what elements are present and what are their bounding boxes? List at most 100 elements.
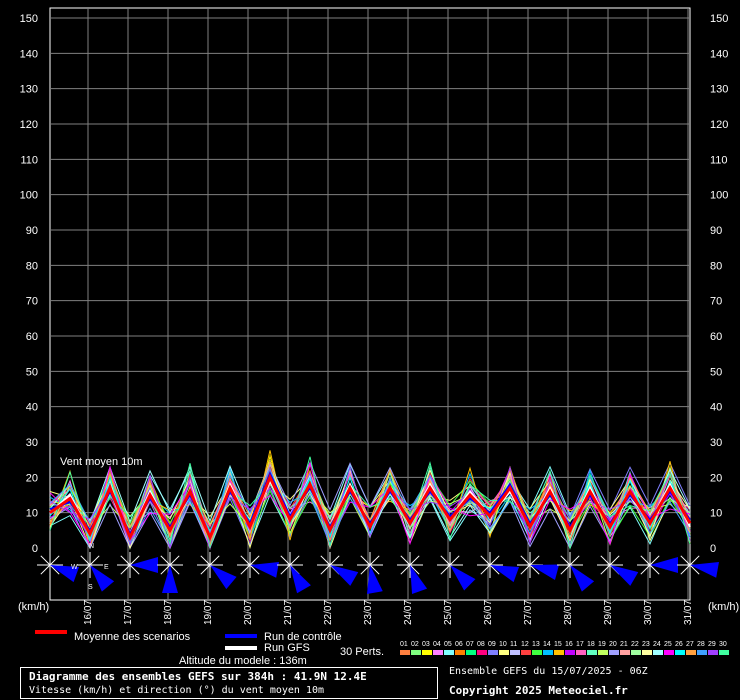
y-tick-label: 70 — [26, 296, 38, 308]
pert-number: 07 — [466, 641, 474, 648]
compass-star-ray — [400, 555, 411, 566]
compass-star-ray — [280, 555, 291, 566]
compass-star-ray — [600, 564, 611, 575]
pert-number: 04 — [433, 641, 441, 648]
y-unit-left: (km/h) — [18, 601, 49, 613]
x-date-label: 26/07 — [483, 600, 494, 625]
x-date-label: 19/07 — [203, 600, 214, 625]
pert-number: 12 — [521, 641, 529, 648]
pert-number: 05 — [444, 641, 452, 648]
compass-star-ray — [520, 564, 531, 575]
pert-swatch — [609, 650, 619, 655]
compass-star-ray — [200, 564, 211, 575]
compass-star-ray — [680, 564, 691, 575]
pert-swatch — [708, 650, 718, 655]
x-date-label: 30/07 — [643, 600, 654, 625]
y-tick-label: 20 — [710, 472, 722, 484]
compass-star-ray — [640, 555, 651, 566]
pert-swatch — [554, 650, 564, 655]
y-tick-label: 80 — [26, 260, 38, 272]
compass-star-ray — [449, 555, 460, 566]
wind-arrow — [530, 564, 560, 580]
compass-star-ray — [320, 564, 331, 575]
y-tick-label: 110 — [20, 154, 38, 166]
y-tick-label: 110 — [710, 154, 728, 166]
compass-star-ray — [249, 555, 260, 566]
compass-star-ray — [529, 555, 540, 566]
x-date-label: 16/07 — [83, 600, 94, 625]
y-tick-label: 90 — [26, 225, 38, 237]
compass-star-ray — [409, 555, 420, 566]
compass-star-ray — [440, 555, 451, 566]
chart-annotation: Vent moyen 10m — [60, 456, 143, 468]
compass-label: E — [104, 564, 109, 571]
pert-number: 10 — [499, 641, 507, 648]
compass-star-ray — [609, 555, 620, 566]
y-unit-right: (km/h) — [708, 601, 739, 613]
wind-arrow — [162, 565, 178, 593]
altitude-label: Altitude du modele : 136m — [179, 655, 307, 667]
compass-star-ray — [520, 555, 531, 566]
wind-arrow — [450, 565, 476, 591]
x-date-label: 31/07 — [683, 600, 694, 625]
pert-swatch — [499, 650, 509, 655]
pert-swatch — [576, 650, 586, 655]
pert-swatch — [444, 650, 454, 655]
x-date-labels: 16/07 17/07 18/07 19/07 20/07 21/07 22/07 23/07… — [83, 600, 694, 625]
compass-star-ray — [280, 564, 291, 575]
pert-swatch — [422, 650, 432, 655]
compass-star-ray — [289, 555, 300, 566]
compass-star-ray — [240, 555, 251, 566]
compass-star-ray — [120, 555, 131, 566]
pert-number: 21 — [620, 641, 628, 648]
y-tick-label: 40 — [710, 402, 722, 414]
compass-star-ray — [360, 564, 371, 575]
pert-swatch — [543, 650, 553, 655]
ensemble-chart: 0 010 1020 2030 3040 4050 5060 6070 7080 8090 9010… — [18, 7, 739, 667]
pert-number: 26 — [675, 641, 683, 648]
pert-swatch — [719, 650, 729, 655]
pert-number: 19 — [598, 641, 606, 648]
pert-swatch — [466, 650, 476, 655]
run-info: Ensemble GEFS du 15/07/2025 - 06Z — [449, 666, 648, 677]
compass-star-ray — [600, 555, 611, 566]
perturbation-legend: 01 02 03 04 05 06 07 08 09 10 11 12 13 14 15 16 17 18 19 20… — [400, 641, 729, 655]
pert-number: 20 — [609, 641, 617, 648]
pert-swatch — [400, 650, 410, 655]
pert-number: 29 — [708, 641, 716, 648]
pert-number: 23 — [642, 641, 650, 648]
pert-swatch — [686, 650, 696, 655]
y-tick-label: 90 — [710, 225, 722, 237]
wind-arrow — [570, 565, 595, 592]
legend-gfs-swatch — [225, 646, 257, 650]
wind-arrow — [610, 565, 639, 586]
compass-star-ray — [689, 555, 700, 566]
compass-star-ray — [400, 564, 411, 575]
compass-star-ray — [200, 555, 211, 566]
y-tick-label: 150 — [710, 13, 728, 25]
compass-star-ray — [240, 564, 251, 575]
y-tick-label: 0 — [710, 543, 716, 555]
wind-arrow — [650, 557, 678, 573]
compass-star-ray — [40, 564, 51, 575]
compass-star-ray — [440, 564, 451, 575]
pert-swatch — [565, 650, 575, 655]
x-date-label: 28/07 — [563, 600, 574, 625]
x-date-label: 25/07 — [443, 600, 454, 625]
pert-number: 08 — [477, 641, 485, 648]
y-tick-label: 50 — [710, 366, 722, 378]
pert-swatch — [631, 650, 641, 655]
pert-number: 18 — [587, 641, 595, 648]
x-date-label: 29/07 — [603, 600, 614, 625]
y-tick-label: 50 — [26, 366, 38, 378]
y-tick-label: 120 — [20, 119, 38, 131]
pert-number: 30 — [719, 641, 727, 648]
pert-swatch — [675, 650, 685, 655]
legend-control-swatch — [225, 634, 257, 638]
wind-arrow — [490, 565, 520, 583]
y-tick-label: 70 — [710, 296, 722, 308]
compass-label: S — [88, 584, 93, 591]
pert-swatch — [620, 650, 630, 655]
wind-direction-row: N W E S — [37, 543, 719, 595]
legend: Moyenne des scenarios Run de contrôle Ru… — [35, 630, 729, 667]
